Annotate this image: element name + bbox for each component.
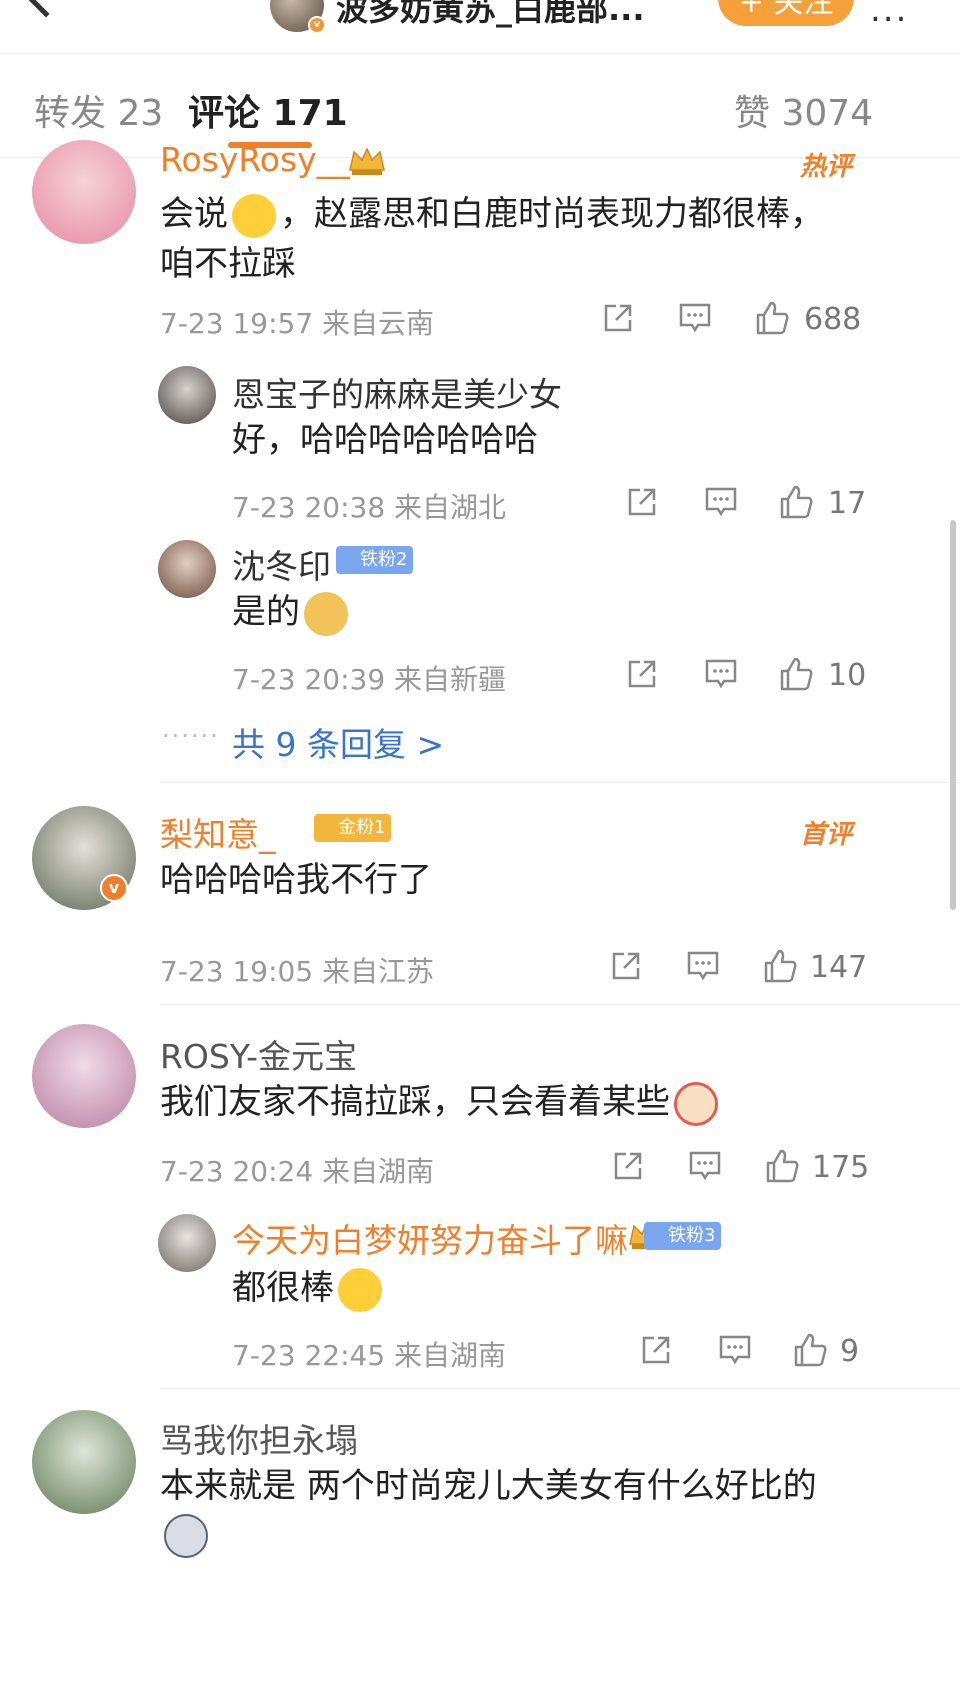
divider xyxy=(160,1388,960,1389)
reply-username[interactable]: 恩宝子的麻麻是美少女 xyxy=(232,368,562,416)
comment-icon[interactable] xyxy=(704,486,738,518)
avatar[interactable] xyxy=(32,1410,136,1514)
comment-text: 哈哈哈哈我不行了 xyxy=(160,860,432,900)
comment-icon[interactable] xyxy=(678,302,712,334)
tab-comments[interactable]: 评论 171 xyxy=(188,84,348,136)
reply-username[interactable]: 今天为白梦妍努力奋斗了嘛 xyxy=(232,1214,628,1262)
comment-meta: 7-23 19:05 来自江苏 xyxy=(160,955,435,988)
reply-text-part: 都很棒 xyxy=(232,1268,334,1308)
comment-icon[interactable] xyxy=(688,1150,722,1182)
reply-text: 是的 xyxy=(232,584,352,640)
doge-emoji xyxy=(304,591,348,636)
share-icon[interactable] xyxy=(640,1334,672,1366)
reply-meta: 7-23 20:39 来自新疆 xyxy=(232,663,507,696)
comment-username[interactable]: ROSY-金元宝 xyxy=(160,1030,357,1078)
comment-username[interactable]: 骂我你担永塌 xyxy=(160,1414,358,1462)
comment-text: 我们友家不搞拉踩，只会看着某些 xyxy=(160,1074,722,1130)
avatar[interactable] xyxy=(32,1024,136,1128)
share-icon[interactable] xyxy=(626,658,658,690)
tab-bar: 转发 23 评论 171 赞 3074 xyxy=(0,54,960,158)
share-icon[interactable] xyxy=(626,486,658,518)
fan-badge: 铁粉3 xyxy=(644,1222,722,1250)
clown-emoji xyxy=(674,1081,718,1126)
dots-decoration: ······ xyxy=(162,722,220,750)
laughing-tears-emoji xyxy=(232,193,276,238)
comment-text-part: 会说 xyxy=(160,194,228,234)
top-bar: v 波多妨黄苏_白鹿部... + 关注 ... xyxy=(0,0,960,54)
verified-icon: v xyxy=(100,874,128,902)
scrollbar[interactable] xyxy=(950,520,956,910)
like-count: 147 xyxy=(810,950,868,985)
tab-reposts[interactable]: 转发 23 xyxy=(34,84,163,136)
like-count: 175 xyxy=(812,1150,870,1185)
more-replies-link[interactable]: 共 9 条回复 > xyxy=(232,718,444,766)
back-icon[interactable] xyxy=(20,0,72,18)
reply-text: 好，哈哈哈哈哈哈哈 xyxy=(232,420,538,460)
comment-meta: 7-23 19:57 来自云南 xyxy=(160,307,435,340)
comment-text: 会说 ，赵露思和白鹿时尚表现力都很棒， xyxy=(160,186,824,242)
husky-emoji xyxy=(164,1514,208,1558)
verified-icon: v xyxy=(308,16,326,34)
page-title: 波多妨黄苏_白鹿部... xyxy=(336,0,645,28)
avatar[interactable] xyxy=(32,140,136,244)
avatar[interactable] xyxy=(158,540,216,598)
reply-text-part: 是的 xyxy=(232,592,300,632)
first-comment-tag: 首评 xyxy=(800,820,853,850)
comment-username[interactable]: RosyRosy__ xyxy=(160,140,350,179)
like-count: 17 xyxy=(828,486,867,521)
comment-icon[interactable] xyxy=(704,658,738,690)
like-icon[interactable] xyxy=(764,1148,800,1184)
like-icon[interactable] xyxy=(762,948,798,984)
crown-icon xyxy=(349,147,385,175)
like-icon[interactable] xyxy=(778,484,814,520)
comment-username[interactable]: 梨知意_ xyxy=(160,808,276,856)
like-icon[interactable] xyxy=(754,300,790,336)
reply-meta: 7-23 20:38 来自湖北 xyxy=(232,491,507,524)
fan-badge: 铁粉2 xyxy=(336,546,414,574)
follow-button[interactable]: + 关注 xyxy=(718,0,854,26)
reply-meta: 7-23 22:45 来自湖南 xyxy=(232,1339,507,1372)
more-icon[interactable]: ... xyxy=(870,0,908,30)
comment-text-line: 咱不拉踩 xyxy=(160,244,296,284)
share-icon[interactable] xyxy=(610,950,642,982)
share-icon[interactable] xyxy=(602,302,634,334)
fan-badge: 金粉1 xyxy=(314,814,392,842)
like-icon[interactable] xyxy=(778,656,814,692)
tab-likes[interactable]: 赞 3074 xyxy=(734,84,873,136)
comment-icon[interactable] xyxy=(686,950,720,982)
comment-icon[interactable] xyxy=(718,1334,752,1366)
comment-text-part: 我们友家不搞拉踩，只会看着某些 xyxy=(160,1082,670,1122)
share-icon[interactable] xyxy=(612,1150,644,1182)
avatar[interactable] xyxy=(158,366,216,424)
like-count: 688 xyxy=(804,302,862,337)
hot-comment-tag: 热评 xyxy=(800,152,853,182)
author-avatar[interactable]: v xyxy=(270,0,326,34)
like-count: 10 xyxy=(828,658,867,693)
reply-username[interactable]: 沈冬印 xyxy=(232,540,331,588)
like-count: 9 xyxy=(840,1334,860,1369)
like-icon[interactable] xyxy=(792,1332,828,1368)
reply-text: 都很棒 xyxy=(232,1260,386,1316)
avatar[interactable] xyxy=(158,1214,216,1272)
comment-meta: 7-23 20:24 来自湖南 xyxy=(160,1155,435,1188)
divider xyxy=(160,1004,960,1005)
comment-text: 本来就是 两个时尚宠儿大美女有什么好比的 xyxy=(160,1466,817,1506)
grin-emoji xyxy=(338,1267,382,1312)
divider xyxy=(160,782,960,783)
comment-text-part: ，赵露思和白鹿时尚表现力都很棒， xyxy=(280,194,824,234)
